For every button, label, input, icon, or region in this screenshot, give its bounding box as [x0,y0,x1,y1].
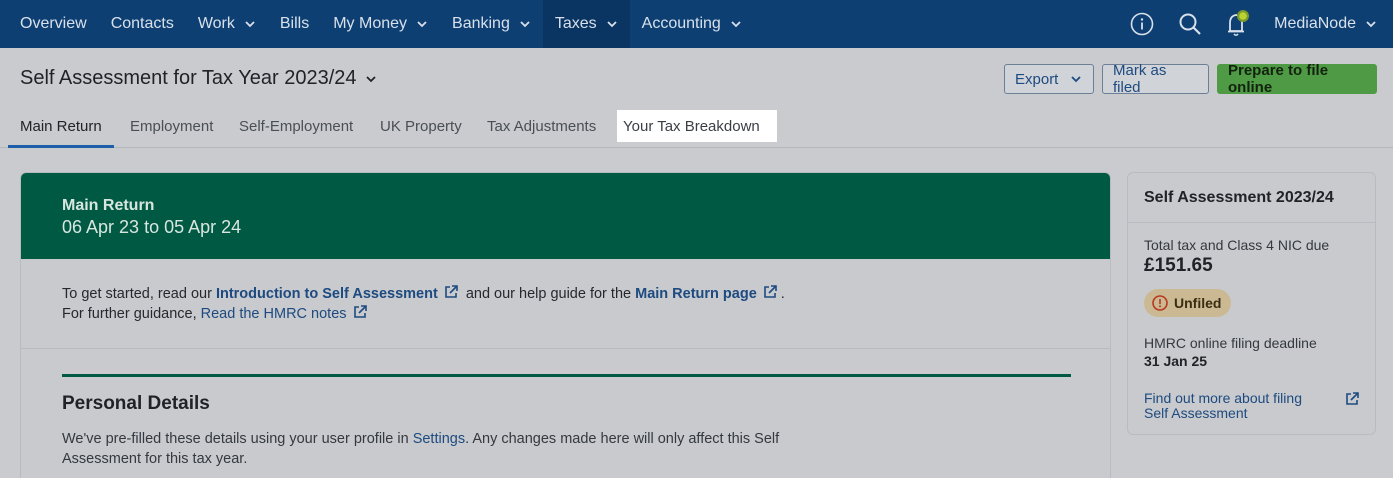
intro-section: To get started, read our Introduction to… [21,259,1110,349]
status-text: Unfiled [1174,295,1222,311]
intro-text: . [780,286,785,302]
chevron-down-icon [365,75,376,82]
tab-label: UK Property [380,117,462,135]
find-out-more-text: Find out more about filing Self Assessme… [1144,390,1302,421]
bell-icon[interactable] [1214,0,1262,48]
section-divider [62,374,1071,377]
main-return-page-link[interactable]: Main Return page [635,286,757,302]
settings-link[interactable]: Settings [413,431,465,447]
self-assessment-summary-panel: Self Assessment 2023/24 Total tax and Cl… [1127,172,1376,435]
external-link-icon [763,285,777,298]
personal-details-title: Personal Details [62,393,210,414]
tab-label: Self-Employment [239,117,354,135]
nav-work-label: Work [197,15,235,32]
nav-bills-label: Bills [279,15,310,32]
nav-overview-label: Overview [20,15,87,32]
top-navigation: Overview Contacts Work Bills My Money Ba… [0,0,1393,48]
user-menu[interactable]: MediaNode [1262,15,1393,33]
nav-contacts-label: Contacts [110,15,174,32]
nav-banking-label: Banking [452,15,510,32]
intro-text: and our help guide for the [465,286,632,302]
nav-my-money-label: My Money [333,15,408,32]
chevron-down-icon [731,21,741,28]
page-title-text: Self Assessment for Tax Year 2023/24 [20,67,357,89]
nav-accounting-label: Accounting [641,15,721,32]
nav-banking[interactable]: Banking [440,0,543,48]
mark-as-filed-button[interactable]: Mark as filed [1102,62,1209,96]
external-link-icon [353,305,367,318]
main-return-card: Main Return 06 Apr 23 to 05 Apr 24 To ge… [20,172,1111,478]
prepare-to-file-label: Prepare to file online [1228,62,1329,96]
export-label: Export [1015,70,1059,88]
summary-body: Total tax and Class 4 NIC due £151.65 Un… [1128,223,1375,421]
warning-icon [1152,295,1168,311]
main-return-header: Main Return 06 Apr 23 to 05 Apr 24 [21,173,1110,259]
chevron-down-icon [245,21,255,28]
tab-label: Main Return [20,117,102,135]
tab-your-tax-breakdown[interactable]: Your Tax Breakdown [617,110,777,142]
deadline-label: HMRC online filing deadline [1144,335,1317,351]
external-link-icon [1346,392,1359,405]
user-name: MediaNode [1274,15,1356,32]
nav-taxes-label: Taxes [554,15,597,32]
deadline-date: 31 Jan 25 [1144,353,1208,369]
tab-employment[interactable]: Employment [130,110,213,148]
summary-title: Self Assessment 2023/24 [1128,173,1375,223]
intro-text: For further guidance, [62,306,197,322]
external-link-icon [444,285,458,298]
tab-main-return[interactable]: Main Return [8,110,114,148]
nav-work[interactable]: Work [186,0,268,48]
status-badge: Unfiled [1144,289,1232,317]
hmrc-notes-link[interactable]: Read the HMRC notes [201,306,347,322]
info-icon[interactable] [1118,0,1166,48]
tab-uk-property[interactable]: UK Property [380,110,462,148]
tab-tax-adjustments[interactable]: Tax Adjustments [487,110,596,148]
nav-contacts[interactable]: Contacts [99,0,186,48]
chevron-down-icon [520,21,530,28]
tab-label: Your Tax Breakdown [623,117,760,135]
main-return-period: 06 Apr 23 to 05 Apr 24 [62,217,242,237]
main-return-title: Main Return [62,197,155,214]
tab-label: Employment [130,117,214,135]
tab-bar: Main Return Employment Self-Employment U… [0,110,1393,148]
nav-bills[interactable]: Bills [268,0,321,48]
page-title[interactable]: Self Assessment for Tax Year 2023/24 [20,67,377,90]
tab-self-employment[interactable]: Self-Employment [239,110,353,148]
tax-due-amount: £151.65 [1144,255,1213,276]
export-button[interactable]: Export [1004,64,1094,94]
tab-label: Tax Adjustments [487,117,597,135]
nav-my-money[interactable]: My Money [321,0,440,48]
chevron-down-icon [607,21,617,28]
nav-right: MediaNode [1118,0,1393,48]
prepare-to-file-button[interactable]: Prepare to file online [1217,62,1377,96]
chevron-down-icon [1366,21,1376,28]
nav-overview[interactable]: Overview [0,0,99,48]
mark-as-filed-label: Mark as filed [1113,62,1167,96]
nav-taxes[interactable]: Taxes [542,0,630,48]
tax-due-label: Total tax and Class 4 NIC due [1144,237,1330,253]
description-text: We've pre-filled these details using you… [62,431,409,447]
intro-self-assessment-link[interactable]: Introduction to Self Assessment [216,286,438,302]
search-icon[interactable] [1166,0,1214,48]
chevron-down-icon [417,21,427,28]
personal-details-description: We've pre-filled these details using you… [62,429,832,469]
personal-details-section: Personal Details We've pre-filled these … [21,349,1110,469]
nav-accounting[interactable]: Accounting [630,0,754,48]
chevron-down-icon [1071,76,1081,83]
intro-text: To get started, read our [62,286,212,302]
find-out-more-link[interactable]: Find out more about filing Self Assessme… [1144,391,1359,421]
